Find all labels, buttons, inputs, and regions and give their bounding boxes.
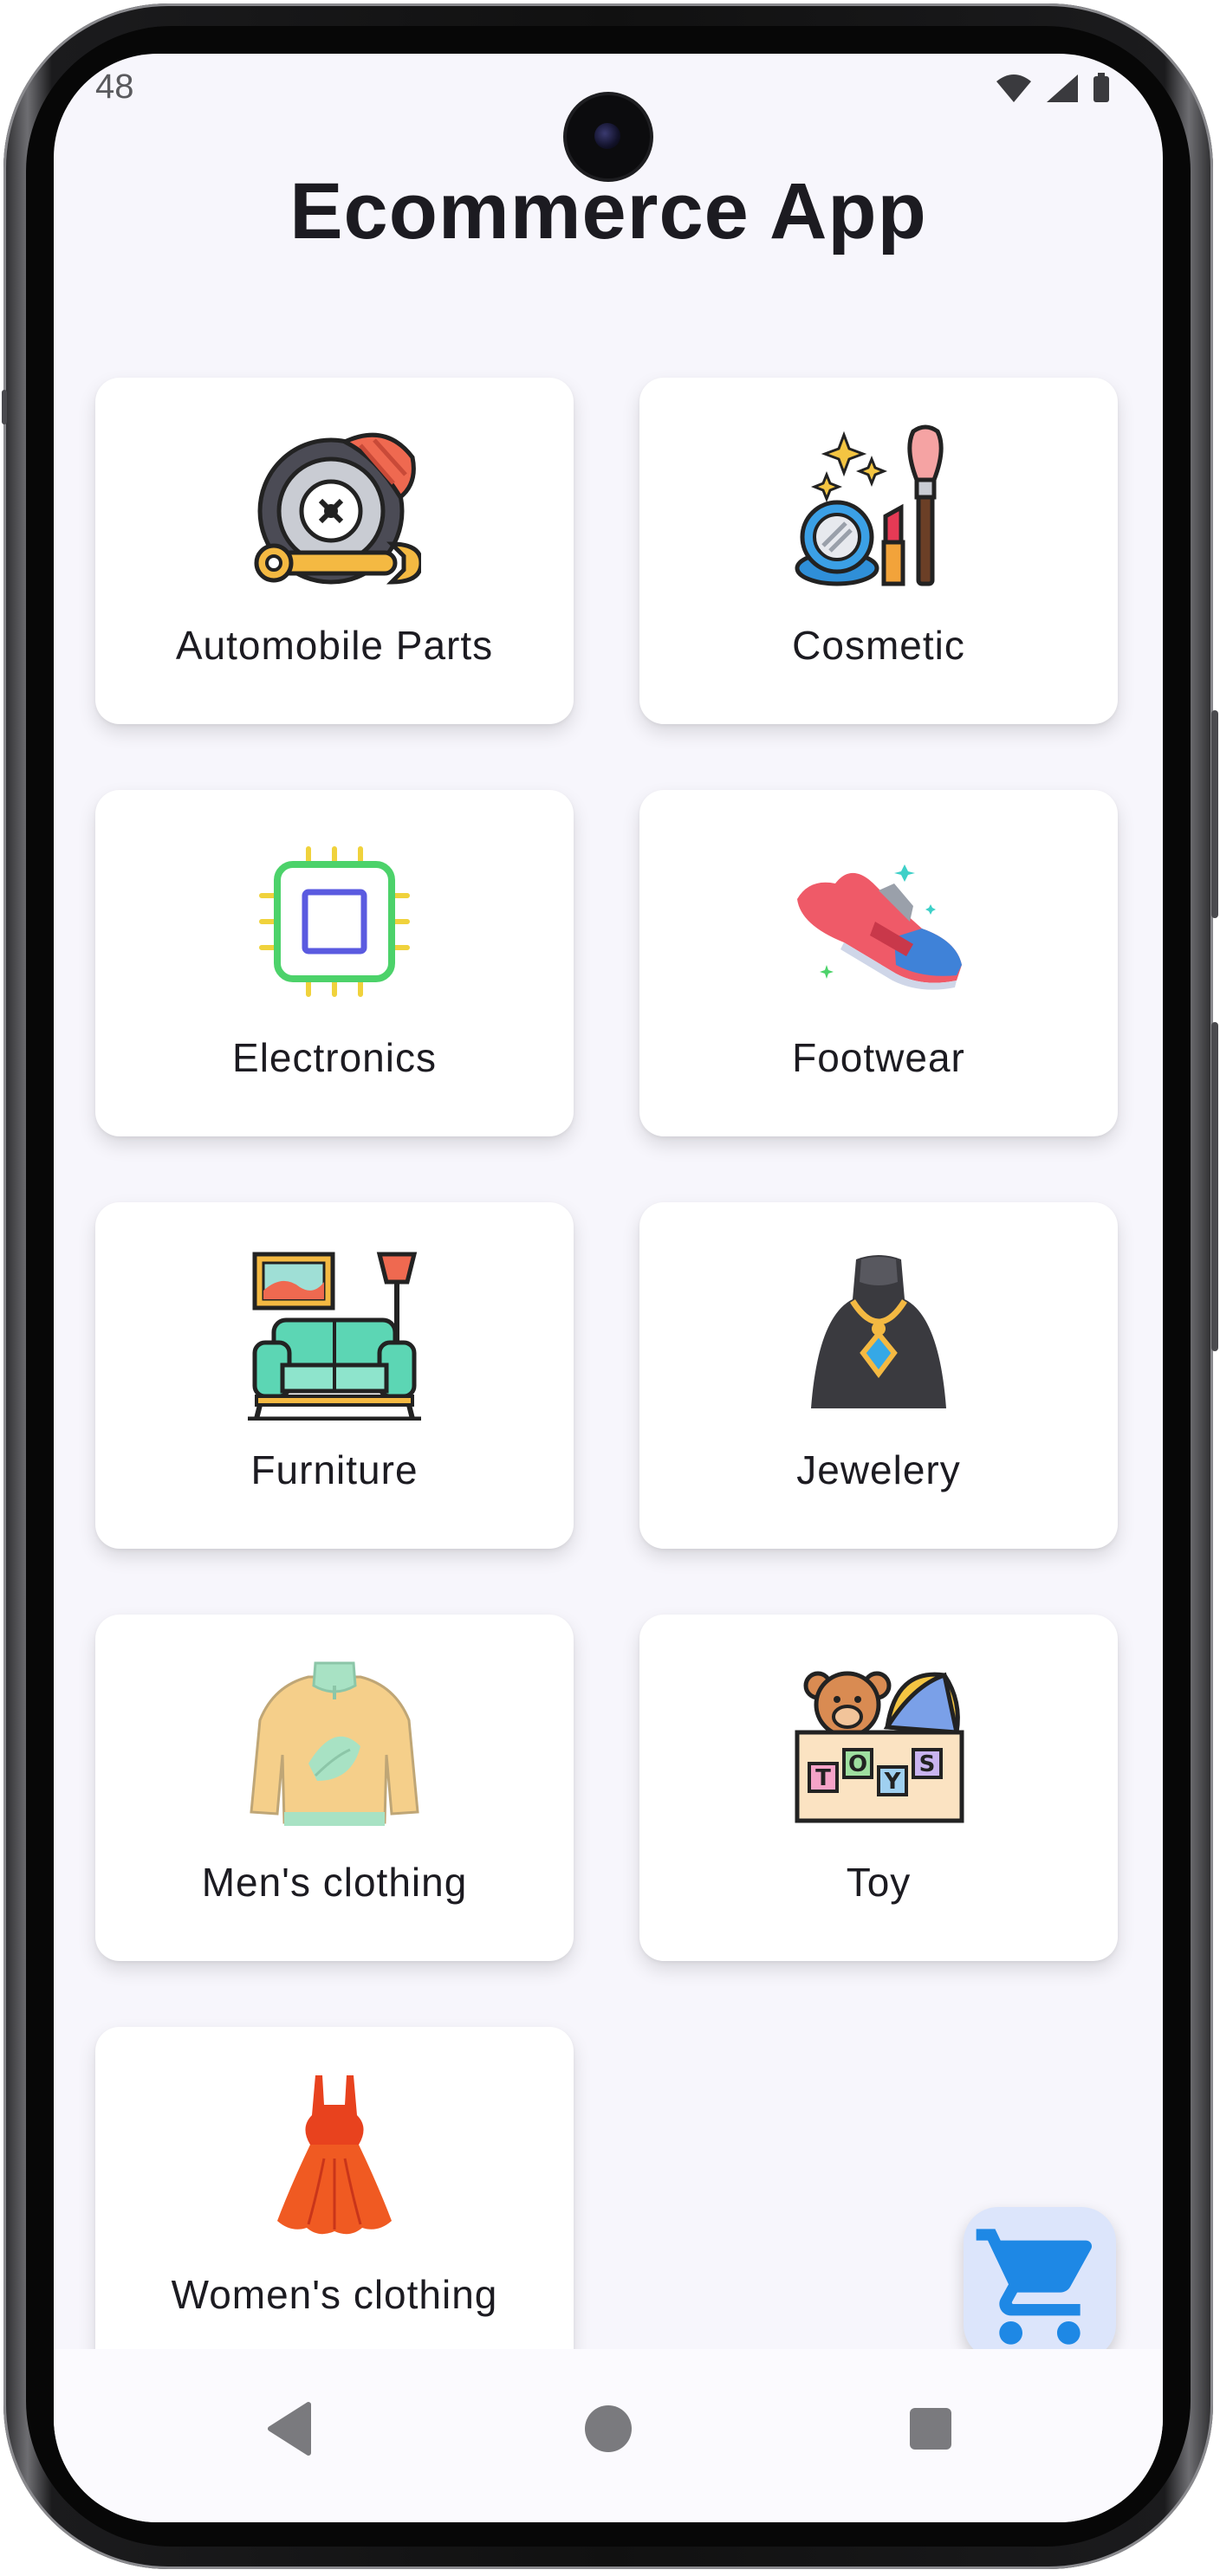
wifi-icon	[996, 74, 1031, 102]
category-card-furniture[interactable]: Furniture	[95, 1202, 574, 1549]
category-label: Automobile Parts	[175, 623, 494, 668]
power-button	[1211, 710, 1218, 918]
category-card-footwear[interactable]: Footwear	[639, 790, 1118, 1136]
category-label: Jewelery	[796, 1447, 961, 1492]
cosmetic-icon	[795, 424, 944, 586]
category-label: Women's clothing	[171, 2272, 498, 2317]
svg-text:T: T	[815, 1765, 831, 1791]
category-label: Furniture	[250, 1447, 419, 1492]
category-card-toy[interactable]: T O Y S Toy	[639, 1615, 1118, 1961]
system-nav-bar	[54, 2349, 1163, 2522]
category-card-mens-clothing[interactable]: Men's clothing	[95, 1615, 574, 1961]
svg-text:S: S	[919, 1751, 936, 1777]
cart-button[interactable]	[964, 2207, 1116, 2359]
phone-screen: 48 Ecommerce App Automobile Parts Cosmet…	[54, 54, 1163, 2522]
status-icons	[995, 73, 1111, 104]
category-card-automobile-parts[interactable]: Automobile Parts	[95, 378, 574, 724]
category-card-cosmetic[interactable]: Cosmetic	[639, 378, 1118, 724]
category-card-jewelery[interactable]: Jewelery	[639, 1202, 1118, 1549]
volume-button	[1211, 1022, 1218, 1351]
dress-icon	[277, 2075, 392, 2235]
signal-icon	[1047, 74, 1078, 102]
category-card-womens-clothing[interactable]: Women's clothing	[95, 2027, 574, 2373]
sweater-icon	[250, 1661, 419, 1826]
battery-icon	[1093, 73, 1109, 102]
back-icon[interactable]	[265, 2401, 314, 2456]
necklace-icon	[811, 1255, 946, 1408]
category-label: Electronics	[232, 1035, 437, 1080]
toy-box-icon: T O Y S	[795, 1671, 964, 1823]
sneaker-icon	[797, 864, 962, 990]
svg-text:O: O	[848, 1751, 867, 1777]
category-label: Toy	[846, 1860, 912, 1905]
shopping-cart-icon	[976, 2229, 1093, 2345]
page-title: Ecommerce App	[289, 167, 927, 256]
side-detail-left	[2, 390, 7, 424]
automobile-parts-icon	[254, 432, 421, 585]
category-card-electronics[interactable]: Electronics	[95, 790, 574, 1136]
category-label: Men's clothing	[201, 1860, 468, 1905]
sofa-icon	[248, 1252, 421, 1421]
svg-text:Y: Y	[884, 1769, 902, 1795]
recents-icon[interactable]	[906, 2401, 955, 2456]
home-icon[interactable]	[581, 2401, 636, 2456]
electronics-chip-icon	[259, 846, 410, 997]
category-label: Footwear	[792, 1035, 965, 1080]
status-time: 48	[95, 68, 134, 106]
category-label: Cosmetic	[792, 623, 965, 668]
